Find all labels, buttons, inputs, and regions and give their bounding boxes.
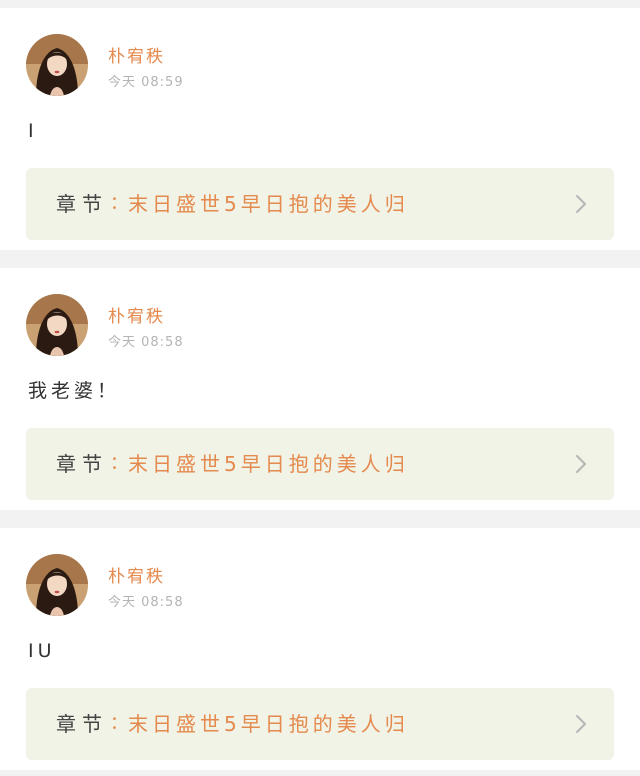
chapter-separator: ：	[110, 713, 128, 734]
chapter-link[interactable]: 章节 ： 末日盛世5早日抱的美人归	[26, 428, 614, 500]
comment-feed: 朴宥秩 今天 08:59 I 章节 ： 末日盛世5早日抱的美人归 朴宥秩 今天 …	[0, 0, 640, 776]
comment-text: I	[28, 120, 38, 142]
comment-text: 我老婆！	[28, 380, 121, 402]
chapter-title: 末日盛世5早日抱的美人归	[128, 192, 409, 216]
user-avatar[interactable]	[26, 34, 88, 96]
chapter-link[interactable]: 章节 ： 末日盛世5早日抱的美人归	[26, 168, 614, 240]
timestamp: 今天 08:58	[108, 595, 184, 610]
username[interactable]: 朴宥秩	[108, 46, 165, 68]
username[interactable]: 朴宥秩	[108, 306, 165, 328]
comment-card: 朴宥秩 今天 08:59 I 章节 ： 末日盛世5早日抱的美人归	[0, 8, 640, 250]
chevron-right-icon	[575, 194, 587, 214]
timestamp: 今天 08:58	[108, 335, 184, 350]
user-avatar[interactable]	[26, 554, 88, 616]
comment-card: 朴宥秩 今天 08:58 我老婆！ 章节 ： 末日盛世5早日抱的美人归	[0, 268, 640, 510]
chapter-separator: ：	[110, 193, 128, 214]
chevron-right-icon	[575, 454, 587, 474]
chapter-title: 末日盛世5早日抱的美人归	[128, 452, 409, 476]
chevron-right-icon	[575, 714, 587, 734]
timestamp: 今天 08:59	[108, 75, 184, 90]
chapter-prefix: 章节	[56, 192, 108, 216]
chapter-title: 末日盛世5早日抱的美人归	[128, 712, 409, 736]
comment-card: 朴宥秩 今天 08:58 IU 章节 ： 末日盛世5早日抱的美人归	[0, 528, 640, 770]
comment-text: IU	[28, 640, 56, 662]
user-avatar[interactable]	[26, 294, 88, 356]
chapter-prefix: 章节	[56, 452, 108, 476]
username[interactable]: 朴宥秩	[108, 566, 165, 588]
chapter-separator: ：	[110, 453, 128, 474]
chapter-prefix: 章节	[56, 712, 108, 736]
chapter-link[interactable]: 章节 ： 末日盛世5早日抱的美人归	[26, 688, 614, 760]
